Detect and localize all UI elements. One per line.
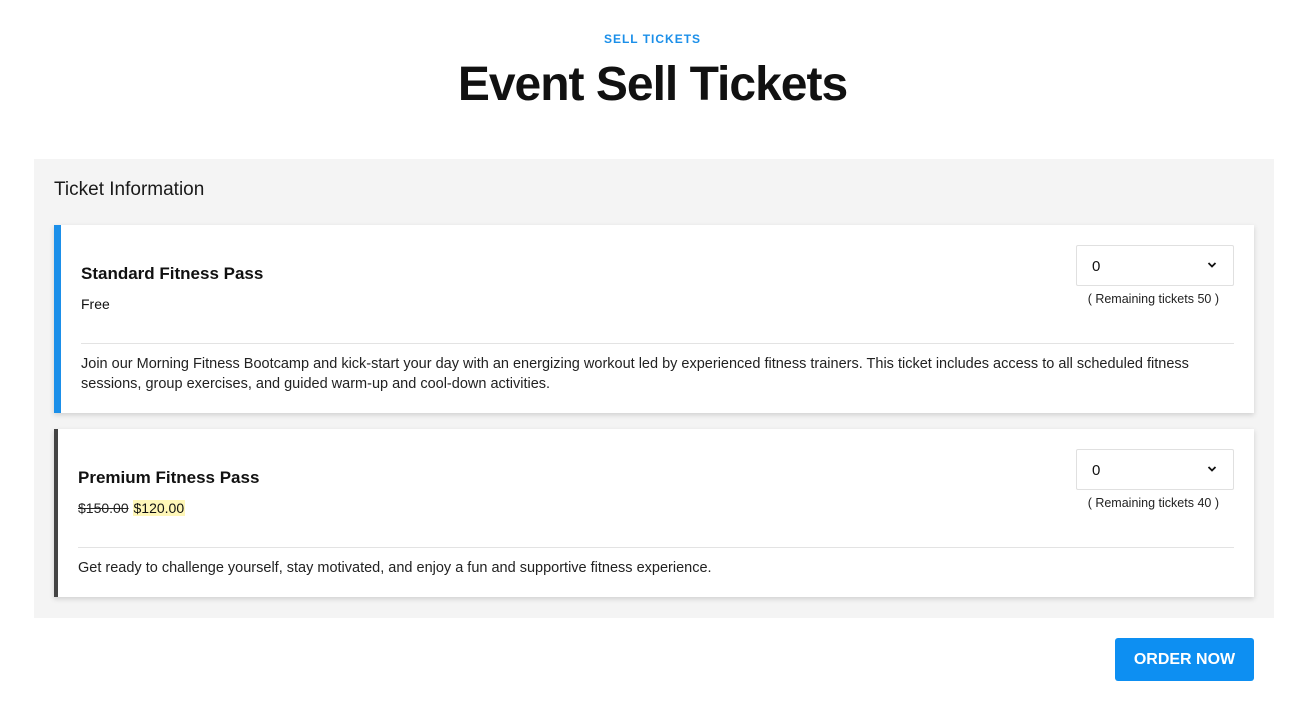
ticket-price: Free — [81, 296, 110, 312]
quantity-select[interactable]: 0 — [1076, 245, 1234, 286]
chevron-down-icon — [1207, 466, 1217, 472]
quantity-value: 0 — [1092, 258, 1101, 275]
divider — [78, 547, 1234, 548]
ticket-name: Premium Fitness Pass — [78, 468, 260, 487]
order-now-button[interactable]: ORDER NOW — [1115, 638, 1254, 681]
remaining-tickets: ( Remaining tickets 40 ) — [1087, 496, 1219, 510]
chevron-down-icon — [1207, 262, 1217, 268]
divider — [81, 343, 1234, 344]
quantity-value: 0 — [1092, 462, 1101, 479]
panel-title: Ticket Information — [54, 179, 205, 200]
page-title: Event Sell Tickets — [457, 58, 848, 111]
section-eyebrow: SELL TICKETS — [603, 32, 702, 46]
remaining-tickets: ( Remaining tickets 50 ) — [1087, 292, 1219, 306]
ticket-description: Get ready to challenge yourself, stay mo… — [78, 560, 712, 576]
original-price: $150.00 — [78, 500, 129, 516]
ticket-name: Standard Fitness Pass — [81, 264, 264, 283]
quantity-select[interactable]: 0 — [1076, 449, 1234, 490]
ticket-description: Join our Morning Fitness Bootcamp and ki… — [81, 356, 1189, 392]
discounted-price: $120.00 — [132, 500, 186, 516]
ticket-card-standard: Standard Fitness Pass Free 0 ( Remaining… — [54, 225, 1254, 413]
ticket-price: $150.00 $120.00 — [78, 500, 186, 516]
ticket-information-panel: Ticket Information Standard Fitness Pass… — [34, 159, 1274, 618]
ticket-card-premium: Premium Fitness Pass $150.00 $120.00 0 (… — [54, 429, 1254, 597]
